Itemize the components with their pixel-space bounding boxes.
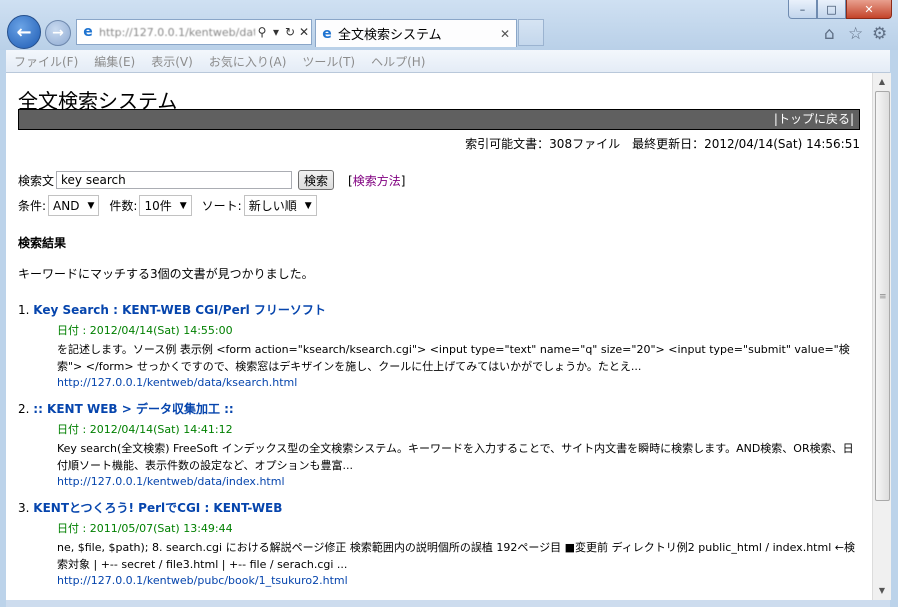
- scroll-down-icon[interactable]: ▼: [875, 584, 889, 598]
- result-date: 日付 : 2011/05/07(Sat) 13:49:44: [57, 522, 233, 535]
- scrollbar-thumb[interactable]: ≡: [875, 91, 890, 501]
- refresh-icon[interactable]: ↻: [283, 25, 297, 39]
- result-title-link[interactable]: :: KENT WEB > データ収集加工 ::: [33, 402, 233, 416]
- result-item: 2. :: KENT WEB > データ収集加工 :: 日付 : 2012/04…: [18, 400, 863, 488]
- result-date: 日付 : 2012/04/14(Sat) 14:55:00: [57, 324, 233, 337]
- result-number: 2.: [18, 402, 30, 416]
- condition-label: 条件:: [18, 199, 47, 213]
- menu-file[interactable]: ファイル(F): [14, 53, 78, 70]
- result-item: 1. Key Search : KENT-WEB CGI/Perl フリーソフト…: [18, 301, 863, 389]
- menu-bar: ファイル(F) 編集(E) 表示(V) お気に入り(A) ツール(T) ヘルプ(…: [6, 50, 890, 73]
- dropdown-arrow-icon[interactable]: ▾: [269, 25, 283, 39]
- count-label: 件数:: [109, 199, 138, 213]
- menu-edit[interactable]: 編集(E): [94, 53, 135, 70]
- back-button[interactable]: ←: [7, 15, 41, 49]
- condition-value: AND: [53, 198, 80, 213]
- close-window-button[interactable]: ✕: [846, 0, 892, 19]
- search-input[interactable]: [56, 171, 293, 189]
- back-to-top-link[interactable]: |トップに戻る|: [774, 112, 859, 126]
- maximize-button[interactable]: □: [817, 0, 846, 19]
- index-stats: 索引可能文書：308ファイル 最終更新日：2012/04/14(Sat) 14:…: [465, 137, 860, 151]
- tab-close-icon[interactable]: ✕: [500, 27, 516, 41]
- search-help-link[interactable]: 検索方法: [353, 174, 401, 188]
- condition-select[interactable]: AND ▼: [48, 195, 100, 216]
- grip-icon: ≡: [879, 292, 887, 302]
- stop-icon[interactable]: ✕: [297, 25, 311, 39]
- forward-button[interactable]: →: [45, 20, 71, 46]
- tab-current[interactable]: e 全文検索システム ✕: [315, 19, 517, 47]
- address-bar[interactable]: e http://127.0.0.1/kentweb/data/ksearch.…: [76, 19, 312, 45]
- results-summary: キーワードにマッチする3個の文書が見つかりました。: [18, 267, 314, 281]
- results-heading: 検索結果: [18, 236, 67, 250]
- window-controls: – □ ✕: [788, 0, 892, 19]
- chevron-down-icon: ▼: [304, 200, 312, 211]
- menu-favorites[interactable]: お気に入り(A): [209, 53, 287, 70]
- result-number: 3.: [18, 501, 30, 515]
- count-value: 10件: [144, 199, 172, 213]
- gear-icon[interactable]: ⚙: [872, 24, 887, 44]
- search-help: [検索方法]: [348, 172, 405, 189]
- chevron-down-icon: ▼: [179, 200, 187, 211]
- arrow-right-icon: →: [52, 25, 64, 41]
- vertical-scrollbar[interactable]: ▲ ≡ ▼: [872, 73, 891, 600]
- arrow-left-icon: ←: [16, 21, 32, 43]
- header-bar: |トップに戻る|: [18, 109, 860, 130]
- tab-title: 全文検索システム: [338, 28, 442, 43]
- menu-tools[interactable]: ツール(T): [302, 53, 355, 70]
- address-text[interactable]: http://127.0.0.1/kentweb/data/ksearch.cg…: [99, 26, 255, 39]
- query-label: 検索文: [18, 173, 55, 188]
- minimize-button[interactable]: –: [788, 0, 817, 19]
- bracket-close: ]: [400, 173, 406, 188]
- home-icon[interactable]: ⌂: [824, 24, 835, 44]
- result-number: 1.: [18, 303, 30, 317]
- result-snippet: ne, $file, $path); 8. search.cgi における解説ペ…: [57, 541, 855, 571]
- result-url-link[interactable]: http://127.0.0.1/kentweb/data/index.html: [57, 475, 863, 488]
- new-tab-button[interactable]: [518, 19, 544, 46]
- sort-label: ソート:: [201, 199, 242, 213]
- search-form-row: 検索文 検索 [検索方法]: [18, 170, 405, 190]
- count-select[interactable]: 10件 ▼: [139, 195, 192, 216]
- result-title-link[interactable]: Key Search : KENT-WEB CGI/Perl フリーソフト: [33, 303, 326, 317]
- search-options-row: 条件: AND ▼ 件数: 10件 ▼ ソート: 新しい順 ▼: [18, 195, 327, 216]
- sort-select[interactable]: 新しい順 ▼: [243, 195, 317, 216]
- menu-view[interactable]: 表示(V): [151, 53, 193, 70]
- result-item: 3. KENTとつくろう! PerlでCGI : KENT-WEB 日付 : 2…: [18, 499, 863, 587]
- result-snippet: Key search(全文検索) FreeSoft インデックス型の全文検索シス…: [57, 442, 854, 472]
- result-date: 日付 : 2012/04/14(Sat) 14:41:12: [57, 423, 233, 436]
- sort-value: 新しい順: [248, 199, 297, 213]
- ie-page-icon: e: [83, 24, 93, 40]
- result-title-link[interactable]: KENTとつくろう! PerlでCGI : KENT-WEB: [33, 501, 282, 515]
- result-url-link[interactable]: http://127.0.0.1/kentweb/data/ksearch.ht…: [57, 376, 863, 389]
- search-icon[interactable]: ⚲: [255, 25, 269, 39]
- page-viewport: 全文検索システム |トップに戻る| 索引可能文書：308ファイル 最終更新日：2…: [6, 73, 872, 600]
- result-snippet: を記述します。ソース例 表示例 <form action="ksearch/ks…: [57, 343, 850, 373]
- scroll-up-icon[interactable]: ▲: [875, 75, 889, 89]
- chevron-down-icon: ▼: [87, 200, 95, 211]
- ie-tab-icon: e: [322, 25, 332, 42]
- favorites-star-icon[interactable]: ☆: [848, 24, 863, 44]
- search-button[interactable]: 検索: [298, 170, 335, 190]
- result-url-link[interactable]: http://127.0.0.1/kentweb/pubc/book/1_tsu…: [57, 574, 863, 587]
- menu-help[interactable]: ヘルプ(H): [371, 53, 425, 70]
- window-bottom-border: [6, 600, 890, 607]
